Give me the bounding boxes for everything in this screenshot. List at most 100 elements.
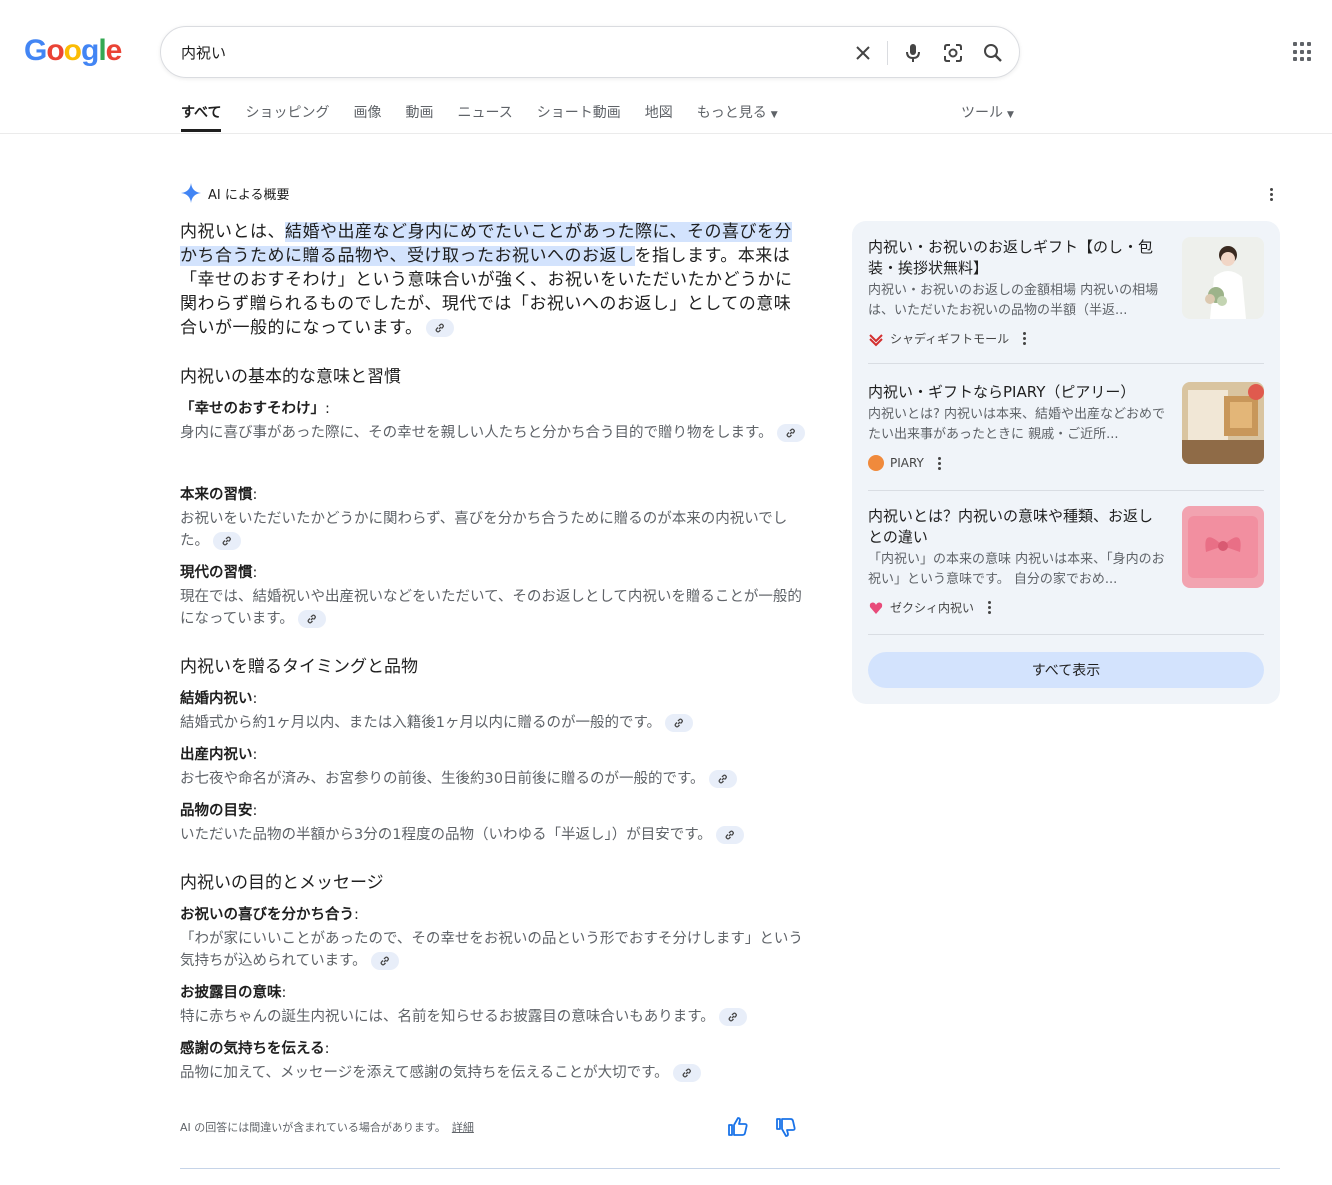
section-divider: [180, 1168, 1280, 1169]
source-snippet: 内祝いとは? 内祝いは本来、結婚や出産などおめでたい出来事があったときに 親戚・…: [868, 407, 1166, 442]
tab-news[interactable]: ニュース: [457, 102, 512, 132]
site-name: シャディギフトモール: [890, 332, 1010, 346]
more-options-icon[interactable]: [937, 456, 941, 470]
term-label: 本来の習慣:: [180, 487, 258, 503]
citation-link-icon[interactable]: [370, 952, 399, 970]
term-label: 現代の習慣:: [180, 565, 258, 581]
term-label: 結婚内祝い:: [180, 691, 258, 707]
show-all-button[interactable]: すべて表示: [868, 652, 1264, 688]
piary-favicon-icon: [868, 455, 884, 471]
term-text: 結婚内祝い: [180, 691, 253, 707]
tab-label: もっと見る: [696, 105, 767, 121]
tab-label: 動画: [405, 105, 434, 121]
term-text: お祝いの喜びを分かち合う: [180, 907, 354, 923]
source-thumbnail[interactable]: [1182, 237, 1264, 319]
site-name: ゼクシィ内祝い: [890, 601, 975, 615]
lens-icon[interactable]: [941, 41, 965, 65]
search-divider: [887, 41, 888, 65]
clear-icon[interactable]: [851, 41, 875, 65]
source-card[interactable]: 内祝い・お祝いのお返しギフト【のし・包装・挨拶状無料】 内祝い・お祝いのお返しの…: [868, 237, 1264, 347]
desc-text: 品物に加えて、メッセージを添えて感謝の気持ちを伝えることが大切です。: [180, 1065, 669, 1081]
search-input[interactable]: [181, 43, 821, 61]
search-icon[interactable]: [981, 41, 1005, 65]
term-description: 「わが家にいいことがあったので、その幸せをお祝いの品という形でおすそ分けします」…: [180, 928, 810, 972]
caret-down-icon: ▼: [770, 110, 778, 120]
logo-letter: e: [105, 34, 123, 67]
search-box[interactable]: [160, 26, 1020, 78]
source-thumbnail[interactable]: [1182, 506, 1264, 588]
tab-label: 地図: [644, 105, 673, 121]
card-divider: [868, 363, 1264, 364]
zexy-favicon-icon: [869, 602, 883, 614]
term-description: 結婚式から約1ヶ月以内、または入籍後1ヶ月以内に贈るのが一般的です。: [180, 712, 810, 734]
term-text: 本来の習慣: [180, 487, 253, 503]
header-divider: [0, 133, 1332, 134]
tools-label: ツール: [961, 105, 1003, 121]
tab-maps[interactable]: 地図: [645, 102, 673, 132]
citation-link-icon[interactable]: [426, 319, 455, 337]
term-label: 「幸せのおすそわけ」:: [180, 401, 330, 417]
google-logo[interactable]: Google: [24, 34, 123, 68]
source-title[interactable]: 内祝い・ギフトならPIARY（ピアリー）: [868, 382, 1168, 403]
source-title[interactable]: 内祝いとは？内祝いの意味や種類、お返しとの違い: [868, 506, 1168, 548]
tools-button[interactable]: ツール ▼: [961, 102, 1014, 122]
tab-more[interactable]: もっと見る ▼: [697, 102, 778, 132]
thumbs-down-icon[interactable]: [775, 1116, 797, 1138]
disclaimer-text: AI の回答には間違いが含まれている場合があります。: [180, 1121, 446, 1134]
more-options-icon[interactable]: [1262, 185, 1280, 203]
tab-label: ニュース: [457, 105, 513, 121]
citation-link-icon[interactable]: [718, 1008, 747, 1026]
desc-text: 結婚式から約1ヶ月以内、または入籍後1ヶ月以内に贈るのが一般的です。: [180, 715, 661, 731]
citation-link-icon[interactable]: [715, 826, 744, 844]
tab-label: すべて: [181, 105, 222, 121]
citation-link-icon[interactable]: [672, 1064, 701, 1082]
desc-text: 現在では、結婚祝いや出産祝いなどをいただいて、そのお返しとして内祝いを贈ることが…: [180, 589, 802, 627]
term-label: 感謝の気持ちを伝える:: [180, 1041, 330, 1057]
thumbs-up-icon[interactable]: [727, 1116, 749, 1138]
apps-icon[interactable]: [1293, 42, 1313, 62]
site-name: PIARY: [890, 456, 924, 470]
desc-text: 「わが家にいいことがあったので、その幸せをお祝いの品という形でおすそ分けします」…: [180, 931, 803, 969]
details-link[interactable]: 詳細: [452, 1121, 474, 1134]
tab-shopping[interactable]: ショッピング: [245, 102, 329, 132]
term-text: 現代の習慣: [180, 565, 253, 581]
desc-text: 身内に喜び事があった際に、その幸せを親しい人たちと分かち合う目的で贈り物をします…: [180, 425, 773, 441]
tab-videos[interactable]: 動画: [405, 102, 433, 132]
citation-link-icon[interactable]: [776, 424, 805, 442]
citation-link-icon[interactable]: [708, 770, 737, 788]
mic-icon[interactable]: [901, 41, 925, 65]
ai-overview-title: AI による概要: [208, 187, 290, 203]
source-title[interactable]: 内祝い・お祝いのお返しギフト【のし・包装・挨拶状無料】: [868, 237, 1168, 279]
more-options-icon[interactable]: [988, 601, 992, 614]
source-card[interactable]: 内祝い・ギフトならPIARY（ピアリー） 内祝いとは? 内祝いは本来、結婚や出産…: [868, 382, 1264, 482]
citation-link-icon[interactable]: [297, 610, 326, 628]
search-tabs: すべて ショッピング 画像 動画 ニュース ショート動画 地図 もっと見る ▼: [181, 102, 802, 132]
source-site: PIARY: [868, 455, 941, 471]
source-site: ゼクシィ内祝い: [868, 599, 992, 616]
term-label: お祝いの喜びを分かち合う:: [180, 907, 359, 923]
source-thumbnail[interactable]: [1182, 382, 1264, 464]
term-description: 品物に加えて、メッセージを添えて感謝の気持ちを伝えることが大切です。: [180, 1062, 810, 1084]
tab-short-videos[interactable]: ショート動画: [537, 102, 621, 132]
source-site: シャディギフトモール: [868, 330, 1027, 347]
tab-images[interactable]: 画像: [353, 102, 381, 132]
term-text: 出産内祝い: [180, 747, 253, 763]
term-description: お祝いをいただいたかどうかに関わらず、喜びを分かち合うために贈るのが本来の内祝い…: [180, 508, 810, 552]
more-options-icon[interactable]: [1023, 332, 1027, 345]
desc-text: 特に赤ちゃんの誕生内祝いには、名前を知らせるお披露目の意味合いもあります。: [180, 1009, 715, 1025]
caret-down-icon: ▼: [1007, 110, 1014, 120]
tab-label: ショート動画: [536, 105, 621, 121]
desc-text: いただいた品物の半額から3分の1程度の品物（いわゆる「半返し」）が目安です。: [180, 827, 712, 843]
citation-link-icon[interactable]: [665, 714, 693, 732]
term-description: 特に赤ちゃんの誕生内祝いには、名前を知らせるお披露目の意味合いもあります。: [180, 1006, 810, 1028]
term-description: 現在では、結婚祝いや出産祝いなどをいただいて、そのお返しとして内祝いを贈ることが…: [180, 586, 810, 630]
card-divider: [868, 490, 1264, 491]
ai-overview-lead: 内祝いとは、結婚や出産など身内にめでたいことがあった際に、その喜びを分かち合うた…: [180, 220, 808, 340]
term-text: お披露目の意味: [180, 985, 282, 1001]
lead-text: 内祝いとは、: [180, 222, 285, 242]
citation-link-icon[interactable]: [213, 532, 241, 550]
card-divider: [868, 634, 1264, 635]
tab-all[interactable]: すべて: [181, 102, 222, 132]
tab-label: ショッピング: [245, 105, 330, 121]
source-card[interactable]: 内祝いとは？内祝いの意味や種類、お返しとの違い 「内祝い」の本来の意味 内祝いは…: [868, 506, 1264, 616]
